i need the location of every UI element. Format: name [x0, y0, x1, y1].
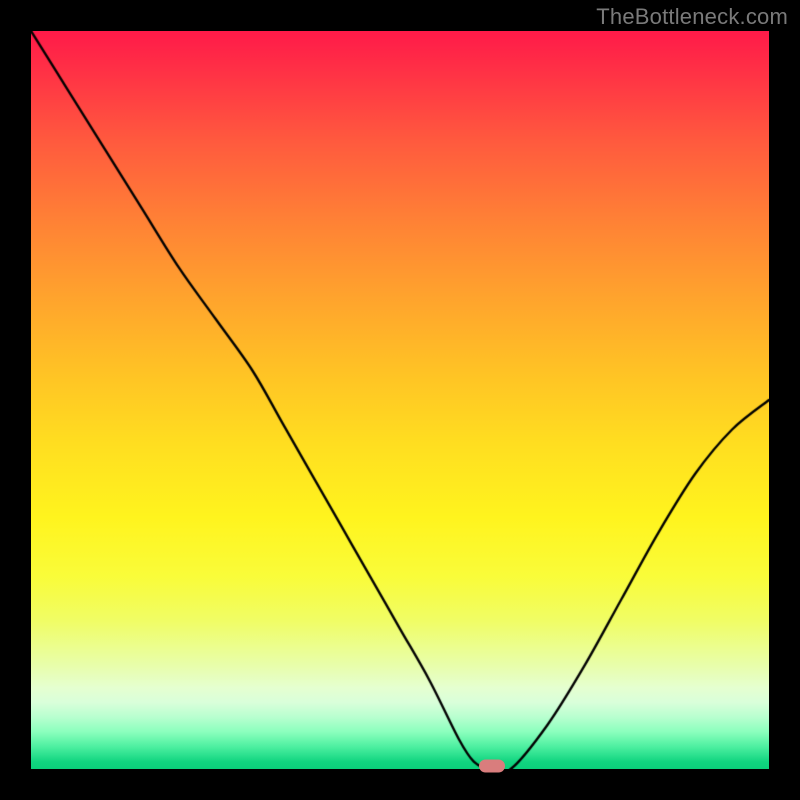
plot-area	[31, 31, 769, 769]
watermark-text: TheBottleneck.com	[596, 4, 788, 30]
optimum-marker	[479, 760, 505, 773]
chart-frame: TheBottleneck.com	[0, 0, 800, 800]
bottleneck-curve	[31, 31, 769, 769]
